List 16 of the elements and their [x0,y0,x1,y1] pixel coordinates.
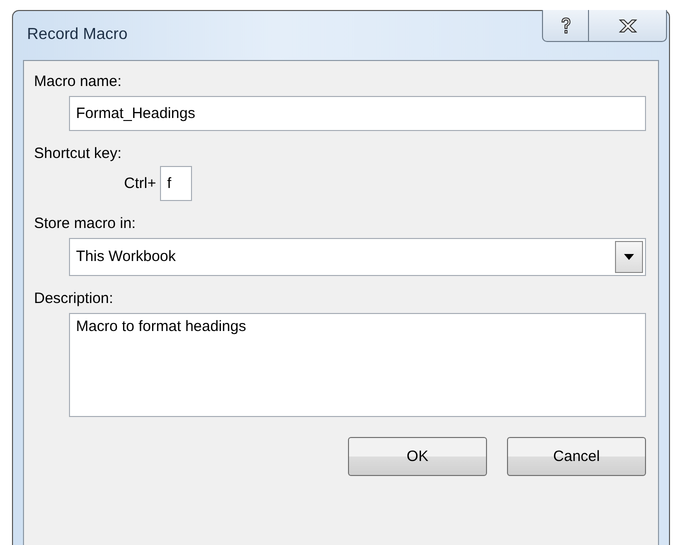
field-label: Store macro in: [34,215,137,232]
macro-name-field[interactable]: Format_Headings [69,96,646,131]
close-button[interactable] [589,10,667,42]
field-label: Description: [34,290,114,307]
dialog-button[interactable]: OK [348,437,487,476]
field-label: Shortcut key: [34,145,123,162]
store-location-dropdown[interactable]: This Workbook [69,238,646,276]
help-icon [558,16,572,34]
description-field[interactable]: Macro to format headings [69,313,646,417]
ctrl-label: Ctrl+ [124,175,156,192]
help-button[interactable] [542,10,589,42]
shortcut-key-field[interactable]: f [160,166,192,201]
field-label: Macro name: [34,73,123,90]
dialog-button[interactable]: Cancel [507,437,646,476]
close-icon [618,18,636,32]
window-title: Record Macro [27,26,128,44]
